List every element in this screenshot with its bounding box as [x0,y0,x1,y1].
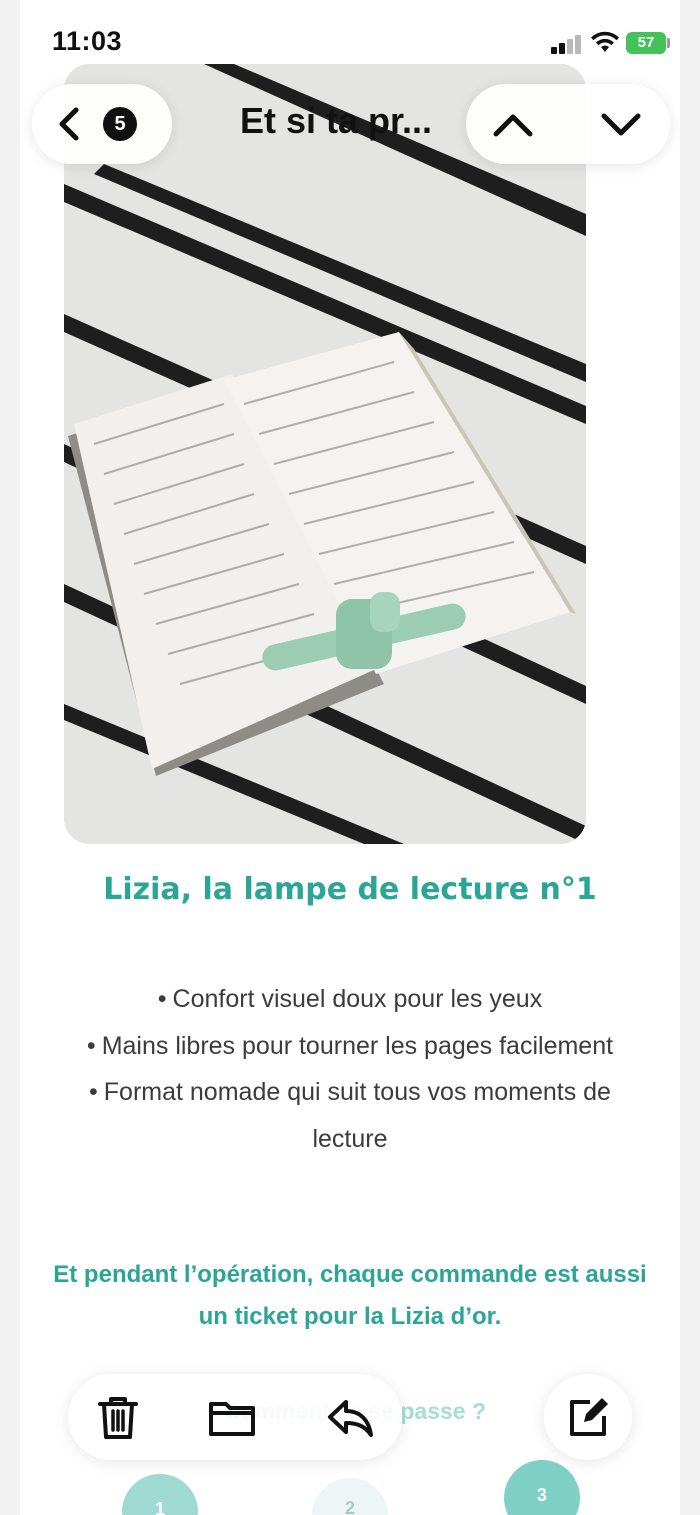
status-bar: 11:03 57 [0,0,700,80]
bullet: • [157,985,167,1013]
feature-item: • Mains libres pour tourner les pages fac… [60,1023,640,1070]
compose-icon [570,1398,608,1436]
feature-text: Confort visuel doux pour les yeux [172,985,543,1013]
bullet: • [89,1078,98,1106]
promo-text: Et pendant l’opération, chaque commande … [53,1261,647,1330]
feature-list: • Confort visuel doux pour les yeux • Main… [60,976,640,1162]
feature-text: Format nomade qui suit tous vos moments … [103,1078,611,1153]
bullet: • [86,1031,96,1060]
hero-image [64,64,586,844]
product-title: Lizia, la lampe de lecture n°1 [103,872,597,907]
feature-text: Mains libres pour tourner les pages faci… [101,1031,614,1060]
compose-button[interactable] [544,1374,632,1460]
battery-tip [667,38,670,48]
trash-icon[interactable] [92,1392,144,1442]
back-button[interactable]: 5 [32,84,172,164]
chevron-down-icon[interactable] [596,104,646,144]
status-time: 11:03 [52,26,123,56]
email-subject-title: Et si ta pr... [240,100,433,141]
chevron-up-icon[interactable] [488,104,538,144]
folder-icon[interactable] [206,1392,258,1442]
wifi-icon [591,31,619,52]
feature-item: • Format nomade qui suit tous vos moments… [60,1069,640,1162]
chevron-left-icon [59,107,79,141]
battery-indicator: 57 [626,32,666,54]
feature-item: • Confort visuel doux pour les yeux [60,976,640,1023]
unread-count-badge: 5 [103,107,137,141]
book-on-bench-illustration [64,64,586,844]
bottom-toolbar [68,1374,402,1460]
message-navigation [466,84,670,164]
reply-icon[interactable] [324,1392,376,1442]
cellular-signal-icon [551,34,585,54]
battery-level: 57 [637,34,655,51]
